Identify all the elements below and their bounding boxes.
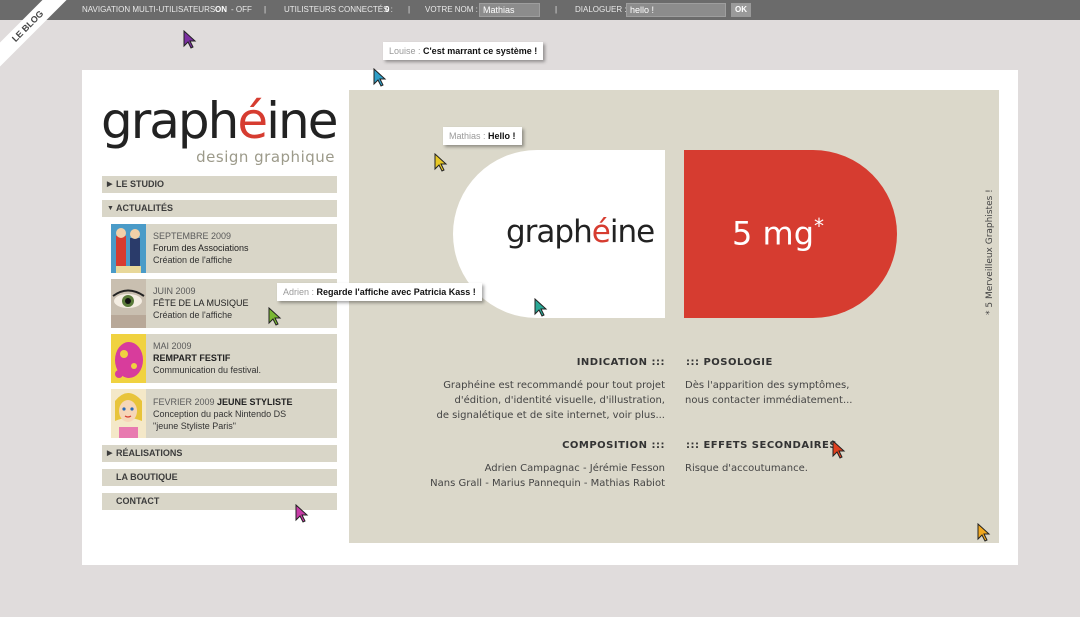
news-desc: Communication du festival.	[153, 365, 262, 375]
users-connected-label: UTILISTEURS CONNECTÉS :	[284, 5, 393, 14]
news-title: FÊTE DE LA MUSIQUE	[153, 298, 249, 308]
triangle-right-icon: ▶	[107, 181, 113, 188]
news-date: JUIN 2009	[153, 286, 196, 296]
ok-button[interactable]: OK	[731, 3, 751, 17]
logo-tagline: design graphique	[196, 148, 335, 166]
chat-bubble: Mathias : Hello !	[443, 127, 522, 145]
news-item-rempart-festif[interactable]: MAI 2009 REMPART FESTIF Communication du…	[111, 334, 337, 383]
users-connected-count: 0	[385, 5, 390, 14]
composition-heading: COMPOSITION :::	[562, 440, 665, 451]
indication-heading: INDICATION :::	[576, 357, 665, 368]
grapheine-logo[interactable]: graphéine design graphique	[101, 92, 341, 172]
toggle-on[interactable]: ON	[215, 0, 227, 20]
news-desc-2: "jeune Styliste Paris"	[153, 421, 236, 431]
cursor-icon	[268, 307, 282, 326]
news-title: REMPART FESTIF	[153, 353, 231, 363]
news-thumbnail	[111, 389, 146, 438]
news-title: JEUNE STYLISTE	[217, 397, 293, 407]
news-thumbnail	[111, 334, 146, 383]
name-label: VOTRE NOM :	[425, 5, 478, 14]
nav-le-studio[interactable]: ▶ LE STUDIO	[102, 176, 337, 193]
effets-text: Risque d'accoutumance.	[685, 463, 808, 474]
posologie-text: Dès l'apparition des symptômes, nous con…	[685, 380, 853, 406]
cursor-icon	[295, 504, 309, 523]
navigation-label: NAVIGATION MULTI-UTILISATEURS	[82, 5, 216, 14]
logo-word: graphéine	[101, 92, 338, 150]
separator: |	[408, 5, 411, 14]
nav-realisations[interactable]: ▶ RÉALISATIONS	[102, 445, 337, 462]
separator: |	[555, 5, 558, 14]
multiuser-toolbar: NAVIGATION MULTI-UTILISATEURS ON - OFF |…	[0, 0, 1080, 20]
separator: |	[264, 5, 267, 14]
news-desc: Création de l'affiche	[153, 310, 233, 320]
triangle-down-icon: ▼	[107, 205, 114, 212]
news-item-forum[interactable]: SEPTEMBRE 2009 Forum des Associations Cr…	[111, 224, 337, 273]
cursor-icon	[373, 68, 387, 87]
side-note: * 5 Merveilleux Graphistes !	[985, 189, 995, 315]
chat-input[interactable]: hello !	[626, 3, 726, 17]
nav-la-boutique[interactable]: LA BOUTIQUE	[102, 469, 337, 486]
cursor-icon	[183, 30, 197, 49]
toggle-off[interactable]: - OFF	[231, 0, 252, 20]
news-thumbnail	[111, 224, 146, 273]
triangle-right-icon: ▶	[107, 450, 113, 457]
news-date: MAI 2009	[153, 341, 192, 351]
cursor-icon	[534, 298, 548, 317]
pill-logo: graphéine	[506, 214, 655, 250]
news-desc: Création de l'affiche	[153, 255, 233, 265]
chat-bubble: Adrien : Regarde l'affiche avec Patricia…	[277, 283, 482, 301]
news-date: FEVRIER 2009	[153, 397, 215, 407]
news-desc: Conception du pack Nintendo DS	[153, 409, 287, 419]
news-item-jeune-styliste[interactable]: FEVRIER 2009 JEUNE STYLISTE Conception d…	[111, 389, 337, 438]
news-date: SEPTEMBRE 2009	[153, 231, 232, 241]
cursor-icon	[977, 523, 991, 542]
composition-text: Adrien Campagnac - Jérémie Fesson Nans G…	[430, 463, 665, 489]
cursor-icon	[434, 153, 448, 172]
effets-heading: ::: EFFETS SECONDAIRES	[686, 440, 838, 451]
nav-actualites[interactable]: ▼ ACTUALITÉS	[102, 200, 337, 217]
cursor-icon	[832, 440, 846, 459]
indication-text: Graphéine est recommandé pour tout proje…	[436, 380, 665, 421]
name-input[interactable]: Mathias	[479, 3, 540, 17]
posologie-heading: ::: POSOLOGIE	[686, 357, 773, 368]
chat-label: DIALOGUER :	[575, 5, 627, 14]
pill-dose: 5 mg*	[732, 214, 825, 253]
news-title: Forum des Associations	[153, 243, 249, 253]
news-thumbnail	[111, 279, 146, 328]
chat-bubble: Louise : C'est marrant ce système !	[383, 42, 544, 60]
